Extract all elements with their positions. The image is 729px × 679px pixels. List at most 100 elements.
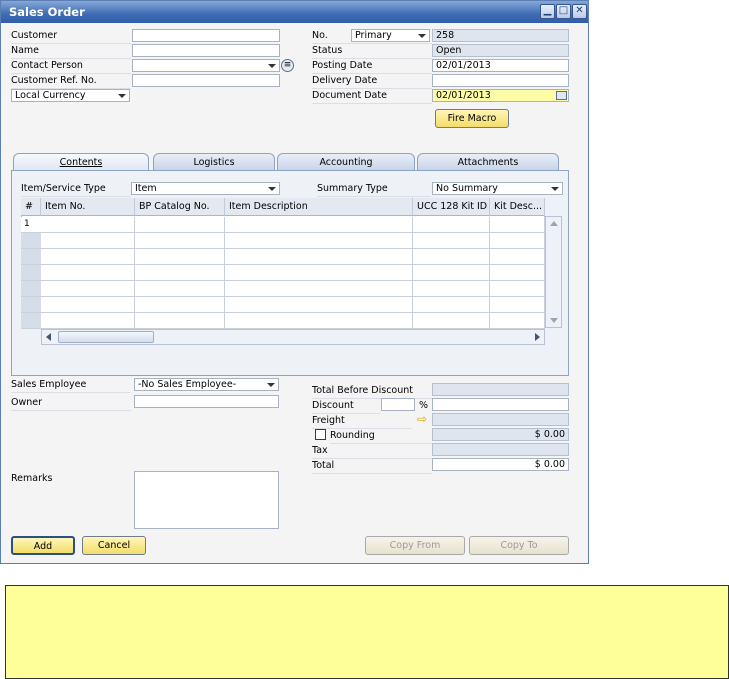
tab-logistics[interactable]: Logistics [153,153,275,171]
grid-cell[interactable] [490,265,545,281]
row-header[interactable] [21,297,41,313]
delivery-date-field[interactable] [432,74,569,87]
contact-list-icon[interactable]: ≡ [281,59,294,72]
scroll-up-icon[interactable] [550,221,558,226]
grid-cell[interactable] [490,217,545,233]
scroll-down-icon[interactable] [550,318,558,323]
grid-cell[interactable] [135,313,225,329]
row-header[interactable] [21,249,41,265]
grid-cell[interactable] [413,233,490,249]
status-field: Open [432,44,569,57]
grid-cell[interactable] [490,297,545,313]
grid-cell[interactable] [135,265,225,281]
grid-cell[interactable] [413,249,490,265]
col-header-bp-catalog[interactable]: BP Catalog No. [135,198,225,216]
fire-macro-button[interactable]: Fire Macro [435,109,509,128]
customer-label: Customer [11,30,131,44]
grid-cell[interactable] [41,233,135,249]
close-icon[interactable]: ✕ [572,4,587,19]
grid-cell[interactable] [41,217,135,233]
grid-cell[interactable] [413,217,490,233]
scroll-right-icon[interactable] [535,333,540,341]
name-field[interactable] [132,44,280,57]
document-date-field[interactable]: 02/01/2013 [432,89,569,102]
freight-field [432,413,569,426]
tax-field [432,443,569,456]
tab-attachments[interactable]: Attachments [417,153,559,171]
grid-cell[interactable] [225,313,413,329]
row-header[interactable] [21,281,41,297]
grid-cell[interactable] [490,281,545,297]
posting-date-field[interactable]: 02/01/2013 [432,59,569,72]
document-date-label: Document Date [312,90,432,104]
summary-type-label: Summary Type [317,183,431,197]
grid-cell[interactable] [135,297,225,313]
grid-cell[interactable] [41,313,135,329]
add-button[interactable]: Add [11,536,75,555]
grid-cell[interactable] [41,281,135,297]
freight-arrow-icon[interactable]: ⇨ [417,413,431,425]
grid-cell[interactable] [490,233,545,249]
tab-contents[interactable]: Contents [13,153,149,171]
grid-cell[interactable] [413,297,490,313]
rounding-checkbox[interactable] [315,429,326,440]
grid-cell[interactable] [490,313,545,329]
col-header-item-description[interactable]: Item Description [225,198,413,216]
grid-cell[interactable] [490,249,545,265]
owner-field[interactable] [134,395,279,408]
item-type-value: Item [135,183,157,194]
total-before-discount-label: Total Before Discount [312,385,432,399]
col-header-item-no[interactable]: Item No. [41,198,135,216]
grid-cell[interactable] [135,249,225,265]
col-header-ucc-kit-id[interactable]: UCC 128 Kit ID [413,198,490,216]
title-bar[interactable]: Sales Order [1,1,588,23]
cancel-button[interactable]: Cancel [82,536,146,555]
grid-cell[interactable] [413,265,490,281]
grid-cell[interactable] [225,233,413,249]
document-number-field: 258 [432,29,569,42]
discount-amount-field[interactable] [432,398,569,411]
name-label: Name [11,45,131,59]
col-header-row-number[interactable]: # [21,198,41,216]
grid-cell[interactable] [41,297,135,313]
vertical-scrollbar[interactable] [545,216,562,328]
grid-cell[interactable] [225,281,413,297]
calendar-icon[interactable] [556,91,567,100]
grid-cell[interactable] [41,249,135,265]
grid-cell[interactable] [135,233,225,249]
grid-cell[interactable] [225,249,413,265]
row-header[interactable] [21,265,41,281]
grid-cell[interactable] [135,281,225,297]
grid-cell[interactable] [225,297,413,313]
currency-dropdown[interactable]: Local Currency [11,89,130,102]
minimize-icon[interactable]: ▁ [540,4,555,19]
row-header[interactable] [21,233,41,249]
copy-to-button[interactable]: Copy To [469,536,569,555]
col-header-kit-desc[interactable]: Kit Desc... [490,198,545,216]
customer-field[interactable] [132,29,280,42]
maximize-icon[interactable]: □ [556,4,571,19]
series-dropdown[interactable]: Primary [351,29,430,42]
summary-type-dropdown[interactable]: No Summary [432,182,563,195]
horizontal-scroll-thumb[interactable] [58,331,154,343]
horizontal-scrollbar[interactable] [41,329,545,345]
row-header[interactable] [21,313,41,329]
contact-person-dropdown[interactable] [132,59,280,72]
grid-cell[interactable] [413,313,490,329]
customer-ref-field[interactable] [132,74,280,87]
copy-from-button[interactable]: Copy From [365,536,465,555]
remarks-textarea[interactable] [134,471,279,529]
row-number[interactable]: 1 [21,217,41,233]
grid-cell[interactable] [135,217,225,233]
item-type-dropdown[interactable]: Item [131,182,280,195]
grid-cell[interactable] [413,281,490,297]
percent-sign: % [419,400,429,411]
grid-cell[interactable] [41,265,135,281]
sales-employee-dropdown[interactable]: -No Sales Employee- [134,378,279,391]
grid-cell[interactable] [225,265,413,281]
discount-percent-field[interactable] [381,398,415,411]
grid-cell[interactable] [225,217,413,233]
delivery-date-label: Delivery Date [312,75,432,89]
tab-accounting[interactable]: Accounting [277,153,415,171]
scroll-left-icon[interactable] [46,333,51,341]
